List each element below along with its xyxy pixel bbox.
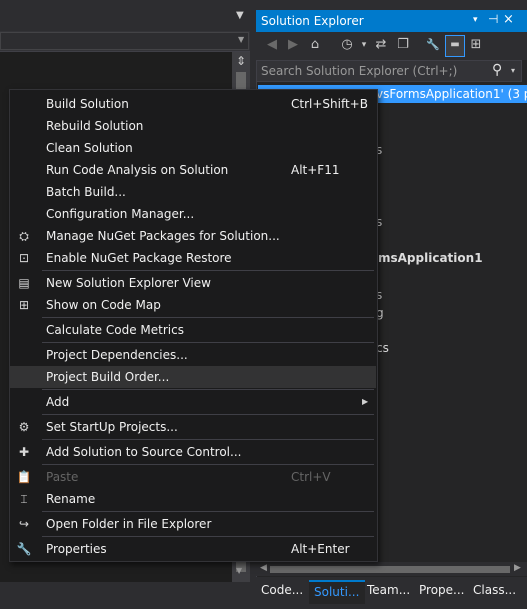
paste-icon: 📋 — [16, 470, 32, 484]
menu-item-label: New Solution Explorer View — [46, 276, 211, 290]
menu-item-label: Project Build Order... — [46, 370, 170, 384]
menu-item-paste[interactable]: 📋 Paste Ctrl+V — [10, 466, 376, 488]
auto-hide-pin-icon[interactable]: ⊣ — [488, 12, 498, 26]
search-placeholder[interactable]: Search Solution Explorer (Ctrl+;) — [261, 64, 457, 78]
menu-item-label: Clean Solution — [46, 141, 133, 155]
menu-separator — [42, 536, 374, 537]
menu-item-label: Calculate Code Metrics — [46, 323, 184, 337]
tree-item-startup-project[interactable]: msApplication1 — [378, 251, 483, 265]
add-source-control-icon: ✚ — [18, 445, 30, 459]
split-view-icon[interactable]: ⇕ — [234, 54, 248, 68]
menu-separator — [42, 270, 374, 271]
nuget-package-icon: ⛭ — [19, 229, 29, 243]
scroll-right-icon[interactable]: ▶ — [514, 563, 521, 573]
menu-item-calculate-code-metrics[interactable]: Calculate Code Metrics — [10, 319, 376, 341]
menu-separator — [42, 342, 374, 343]
menu-item-label: Run Code Analysis on Solution — [46, 163, 229, 177]
menu-item-rename[interactable]: ⌶ Rename — [10, 488, 376, 510]
menu-item-label: Rename — [46, 492, 96, 506]
menu-item-open-folder[interactable]: ↪ Open Folder in File Explorer — [10, 513, 376, 535]
menu-item-batch-build[interactable]: Batch Build... — [10, 181, 376, 203]
member-dropdown-icon[interactable]: ▼ — [238, 35, 244, 44]
menu-separator — [42, 511, 374, 512]
menu-item-properties[interactable]: 🔧 Properties Alt+Enter — [10, 538, 376, 560]
menu-separator — [42, 464, 374, 465]
tab-solution-explorer[interactable]: Soluti... — [309, 580, 365, 604]
menu-item-set-startup-projects[interactable]: ⚙ Set StartUp Projects... — [10, 416, 376, 438]
menu-item-shortcut: Ctrl+V — [291, 470, 331, 484]
tab-class-view[interactable]: Class... — [468, 580, 527, 602]
member-dropdown[interactable] — [0, 32, 249, 50]
scroll-left-icon[interactable]: ◀ — [260, 563, 267, 573]
menu-item-rebuild-solution[interactable]: Rebuild Solution — [10, 115, 376, 137]
menu-item-add[interactable]: Add ▶ — [10, 391, 376, 413]
sync-with-document-icon[interactable]: ⇄ — [373, 36, 389, 54]
view-class-diagram-icon[interactable]: ⊞ — [468, 36, 484, 54]
menu-item-project-build-order[interactable]: Project Build Order... — [10, 366, 376, 388]
menu-item-build-solution[interactable]: Build Solution Ctrl+Shift+B — [10, 93, 376, 115]
show-all-files-icon[interactable]: ❐ — [395, 36, 411, 54]
search-icon[interactable]: ⚲ — [492, 62, 502, 78]
menu-item-show-on-code-map[interactable]: ⊞ Show on Code Map — [10, 294, 376, 316]
tab-team-explorer[interactable]: Team... — [362, 580, 417, 602]
menu-item-label: Add Solution to Source Control... — [46, 445, 242, 459]
menu-item-configuration-manager[interactable]: Configuration Manager... — [10, 203, 376, 225]
rename-icon: ⌶ — [20, 492, 28, 506]
menu-item-shortcut: Alt+F11 — [291, 163, 340, 177]
tree-item-solution-label[interactable]: vsFormsApplication1' (3 pr — [376, 87, 527, 101]
back-icon[interactable]: ◀ — [264, 36, 280, 54]
submenu-arrow-icon: ▶ — [362, 397, 369, 406]
search-options-dropdown-icon[interactable]: ▾ — [511, 66, 515, 75]
menu-item-shortcut: Ctrl+Shift+B — [291, 97, 368, 111]
menu-item-label: Manage NuGet Packages for Solution... — [46, 229, 280, 243]
menu-item-label: Paste — [46, 470, 79, 484]
menu-item-run-code-analysis[interactable]: Run Code Analysis on Solution Alt+F11 — [10, 159, 376, 181]
menu-item-label: Rebuild Solution — [46, 119, 144, 133]
menu-item-label: Properties — [46, 542, 107, 556]
editor-tab-strip — [0, 0, 250, 30]
properties-wrench-icon[interactable]: 🔧 — [425, 36, 441, 54]
menu-separator — [42, 414, 374, 415]
collapse-all-icon[interactable]: ▬ — [445, 35, 465, 57]
menu-item-project-dependencies[interactable]: Project Dependencies... — [10, 344, 376, 366]
menu-item-label: Open Folder in File Explorer — [46, 517, 212, 531]
menu-item-label: Project Dependencies... — [46, 348, 188, 362]
scroll-down-icon[interactable]: ▼ — [236, 566, 242, 575]
horizontal-scroll-thumb[interactable] — [270, 566, 510, 573]
menu-item-enable-nuget-restore[interactable]: ⊡ Enable NuGet Package Restore — [10, 247, 376, 269]
window-position-dropdown-icon[interactable]: ▾ — [473, 15, 478, 25]
tab-code-map[interactable]: Code... — [256, 580, 309, 602]
editor-bottom-bar — [0, 582, 250, 609]
open-folder-arrow-icon: ↪ — [18, 517, 30, 531]
menu-item-label: Build Solution — [46, 97, 129, 111]
wrench-icon: 🔧 — [16, 542, 32, 556]
tab-properties[interactable]: Prope... — [414, 580, 471, 602]
menu-separator — [42, 439, 374, 440]
menu-item-shortcut: Alt+Enter — [291, 542, 350, 556]
home-icon[interactable]: ⌂ — [307, 36, 323, 54]
tab-list-dropdown-icon[interactable]: ▼ — [236, 10, 244, 21]
menu-item-label: Batch Build... — [46, 185, 126, 199]
forward-icon[interactable]: ▶ — [285, 36, 301, 54]
filter-dropdown-icon[interactable]: ▾ — [356, 36, 372, 54]
menu-item-clean-solution[interactable]: Clean Solution — [10, 137, 376, 159]
menu-item-new-solution-explorer-view[interactable]: ▤ New Solution Explorer View — [10, 272, 376, 294]
menu-item-label: Enable NuGet Package Restore — [46, 251, 232, 265]
close-icon[interactable]: × — [503, 12, 514, 27]
new-view-icon: ▤ — [18, 276, 30, 290]
gear-icon: ⚙ — [18, 420, 30, 434]
code-map-icon: ⊞ — [18, 298, 30, 312]
menu-item-add-to-source-control[interactable]: ✚ Add Solution to Source Control... — [10, 441, 376, 463]
menu-separator — [42, 317, 374, 318]
menu-item-label: Add — [46, 395, 70, 409]
pending-changes-filter-icon[interactable]: ◷ — [339, 36, 355, 54]
menu-item-manage-nuget[interactable]: ⛭ Manage NuGet Packages for Solution... — [10, 225, 376, 247]
solution-explorer-title: Solution Explorer — [261, 14, 364, 28]
menu-item-label: Show on Code Map — [46, 298, 161, 312]
menu-item-label: Set StartUp Projects... — [46, 420, 178, 434]
package-restore-icon: ⊡ — [18, 251, 30, 265]
menu-item-label: Configuration Manager... — [46, 207, 195, 221]
menu-separator — [42, 389, 374, 390]
